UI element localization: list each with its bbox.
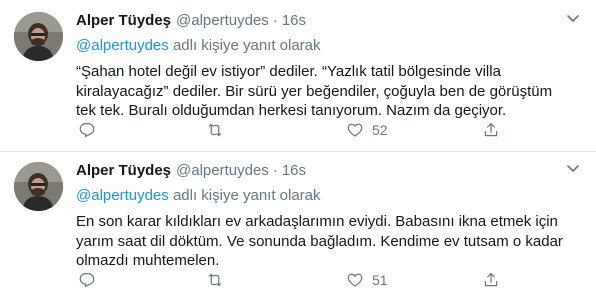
like-count: 51 [372,272,388,288]
reply-mention-link[interactable]: @alpertuydes [76,187,169,204]
reply-icon [79,123,95,138]
share-icon [484,273,498,287]
like-button[interactable]: 52 [346,119,388,141]
heart-icon [347,273,363,287]
reply-context: @alpertuydes adlı kişiye yanıt olarak [76,187,580,206]
tweet-text: En son karar kıldıkları ev arkadaşlarımı… [76,213,563,269]
separator-dot: · [272,12,278,29]
reply-icon [79,273,95,288]
avatar[interactable] [14,12,63,61]
separator-dot: · [272,162,278,179]
reply-context-label: adlı kişiye yanıt olarak [168,187,321,204]
retweet-icon [208,123,222,137]
tweet-header: Alper Tüydeş @alpertuydes · 16s [76,12,580,32]
share-button[interactable] [482,119,500,141]
user-handle[interactable]: @alpertuydes [176,162,269,179]
reply-context: @alpertuydes adlı kişiye yanıt olarak [76,37,580,56]
retweet-button[interactable] [206,269,224,291]
user-handle[interactable]: @alpertuydes [176,12,269,29]
heart-icon [347,123,363,137]
tweet-content: Alper Tüydeş @alpertuydes · 16s @alpertu… [76,162,580,271]
timestamp[interactable]: 16s [282,12,306,29]
chevron-down-icon[interactable] [566,164,580,174]
display-name[interactable]: Alper Tüydeş [76,162,171,179]
tweet[interactable]: Alper Tüydeş @alpertuydes · 16s @alpertu… [0,152,596,301]
like-button[interactable]: 51 [346,269,388,291]
reply-context-label: adlı kişiye yanıt olarak [168,37,321,54]
retweet-icon [208,273,222,287]
tweet-text: “Şahan hotel değil ev istiyor” dediler. … [76,63,553,119]
retweet-button[interactable] [206,119,224,141]
share-button[interactable] [482,269,500,291]
like-count: 52 [372,122,388,138]
reply-button[interactable] [78,119,96,141]
share-icon [484,123,498,137]
tweet[interactable]: Alper Tüydeş @alpertuydes · 16s @alpertu… [0,0,596,151]
avatar[interactable] [14,162,63,211]
tweet-header: Alper Tüydeş @alpertuydes · 16s [76,162,580,182]
chevron-down-icon[interactable] [566,14,580,24]
reply-button[interactable] [78,269,96,291]
tweet-actions: 51 [76,269,506,291]
tweet-actions: 52 [76,119,506,141]
tweet-content: Alper Tüydeş @alpertuydes · 16s @alpertu… [76,12,580,121]
reply-mention-link[interactable]: @alpertuydes [76,37,169,54]
timestamp[interactable]: 16s [282,162,306,179]
display-name[interactable]: Alper Tüydeş [76,12,171,29]
